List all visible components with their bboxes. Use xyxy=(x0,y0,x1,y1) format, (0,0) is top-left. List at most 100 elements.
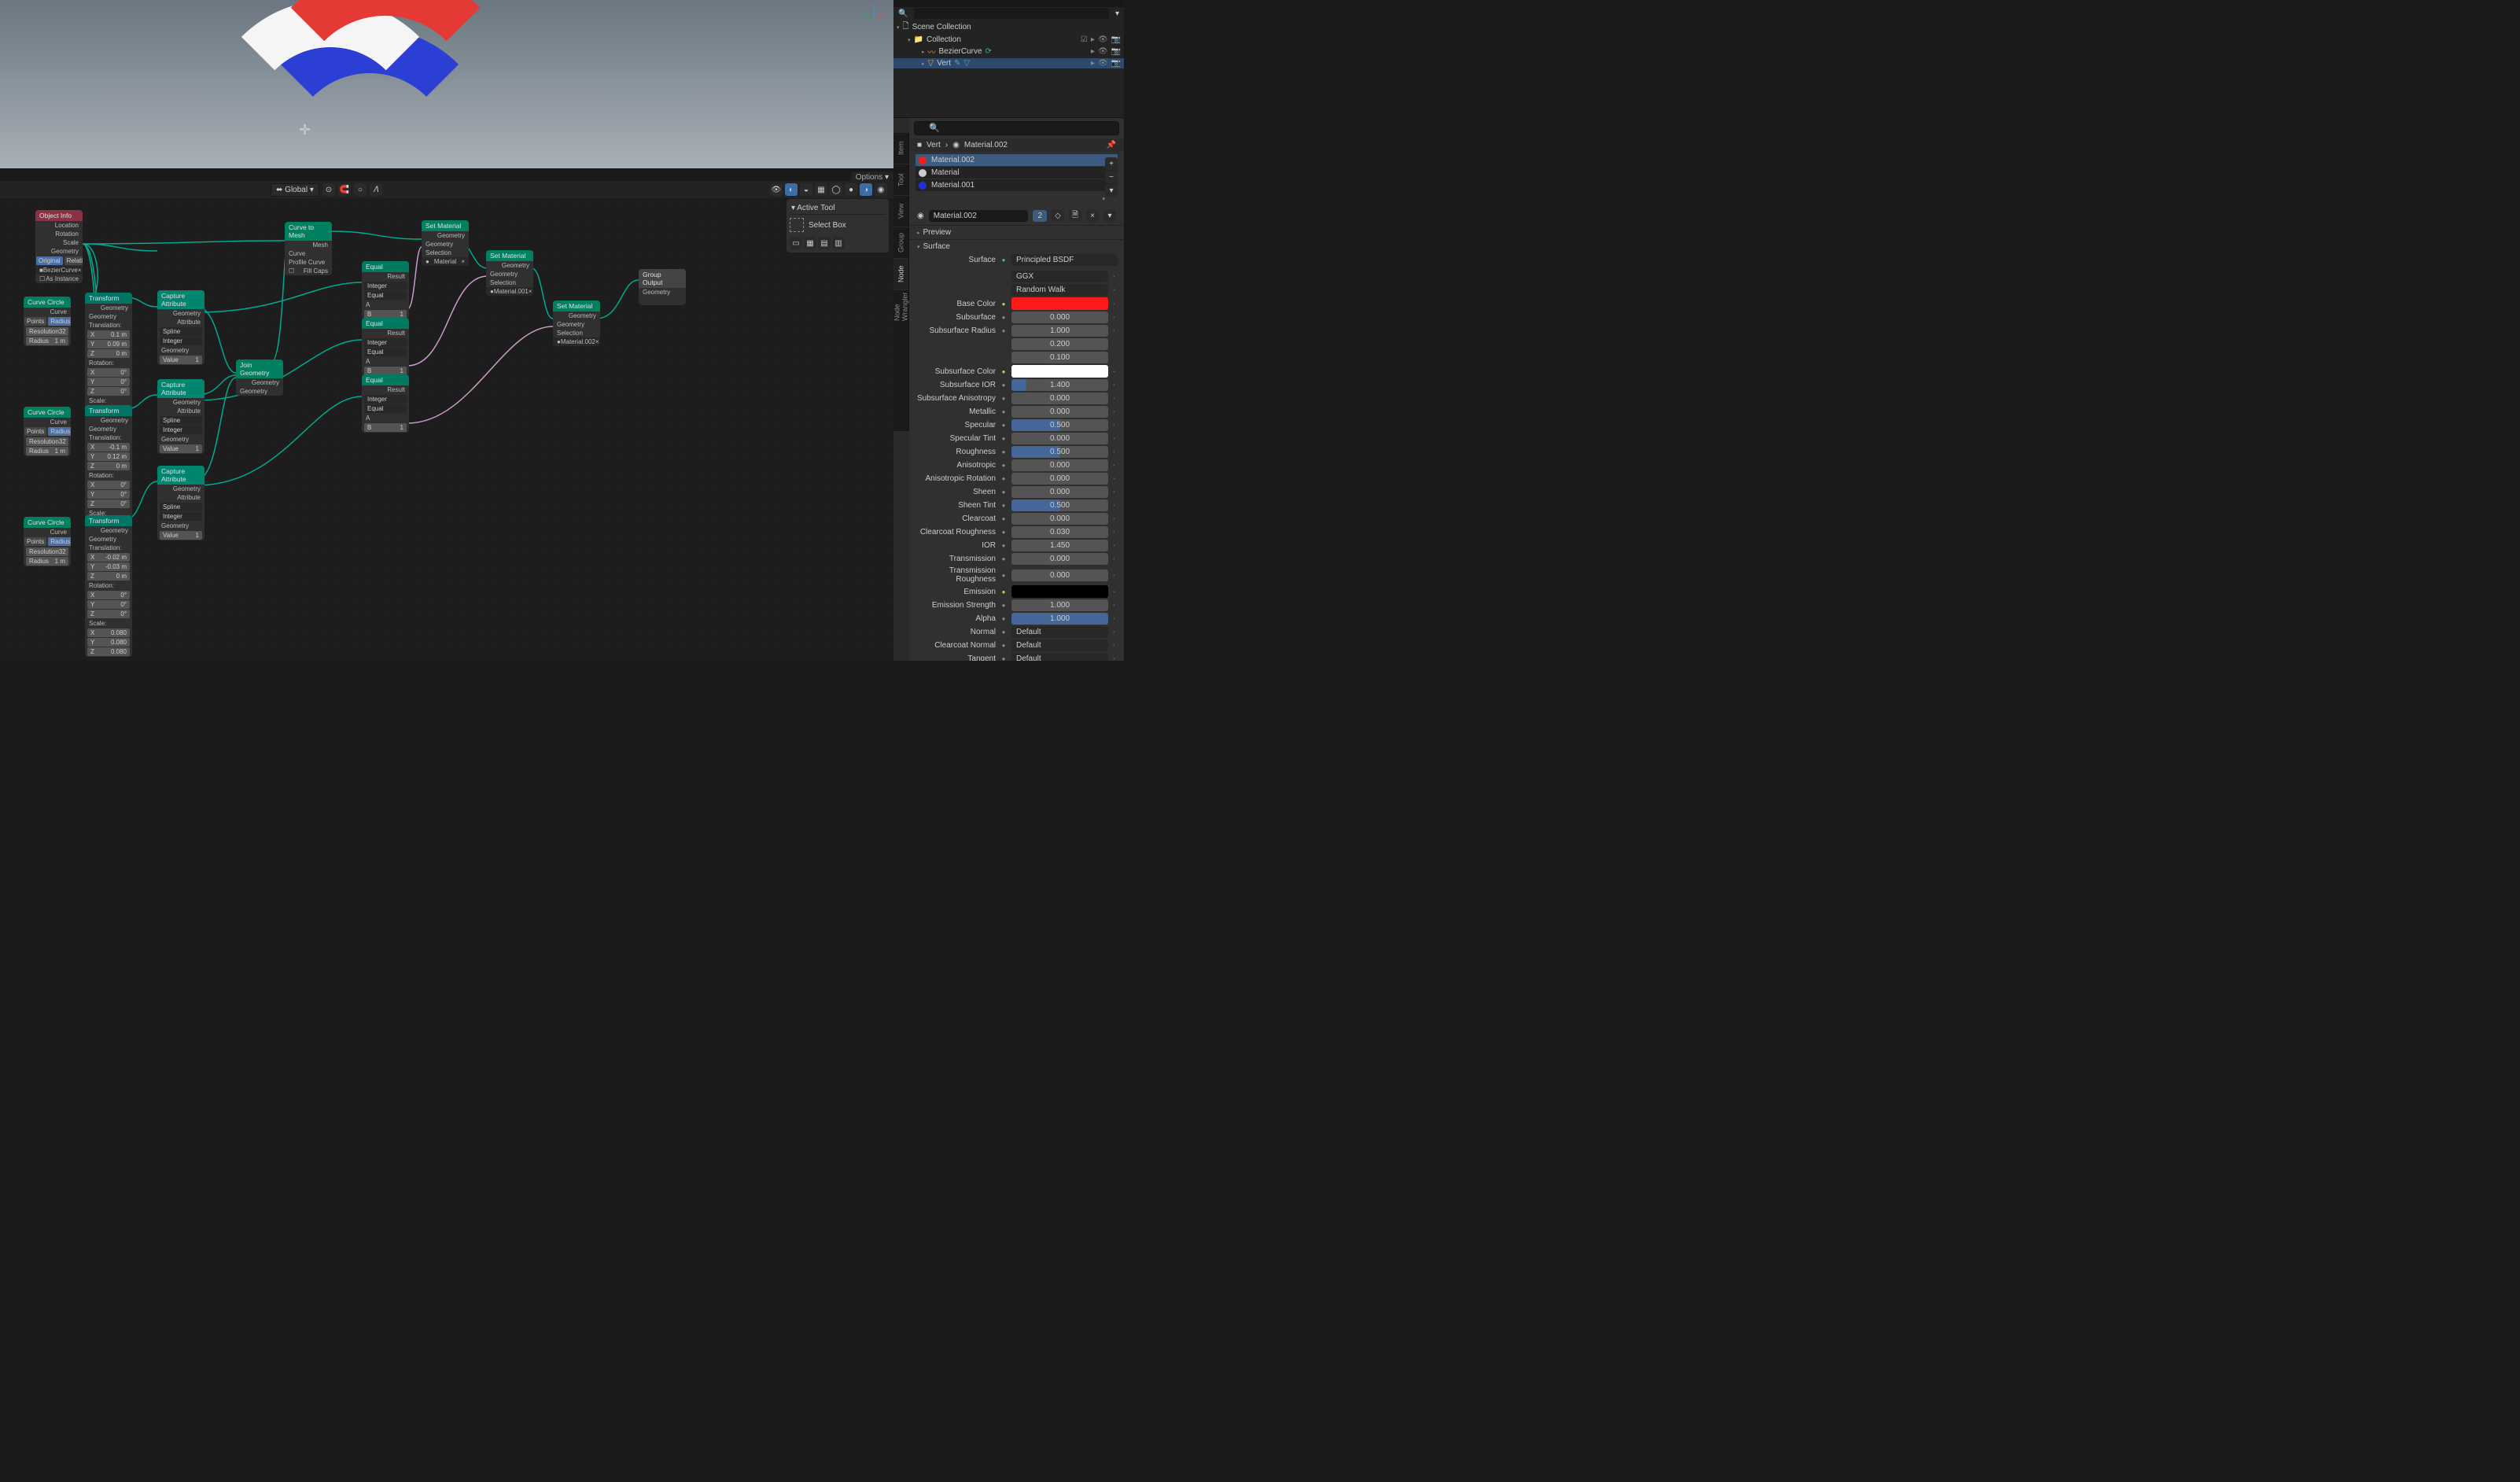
node-set-material-1[interactable]: Set Material Geometry Geometry Selection… xyxy=(422,220,469,266)
breadcrumb[interactable]: ■Vert›◉Material.002 📌 xyxy=(909,138,1124,152)
outliner-search-input[interactable] xyxy=(914,8,1109,19)
gizmo-toggle-icon[interactable]: ◐ xyxy=(785,183,798,196)
vtab-item[interactable]: Item xyxy=(893,132,908,164)
surface-subsurface-ior[interactable]: 1.400 xyxy=(1011,379,1108,391)
geometry-node-editor[interactable]: Object Info Location Rotation Scale Geom… xyxy=(0,198,893,661)
surface-roughness[interactable]: 0.500 xyxy=(1011,446,1108,458)
filter-icon[interactable]: ▾ xyxy=(1115,9,1119,18)
node-curve-to-mesh[interactable]: Curve to Mesh Mesh Curve Profile Curve ☐… xyxy=(285,222,332,275)
surface-shader-select[interactable]: Principled BSDF xyxy=(1011,254,1118,266)
node-transform-3[interactable]: Transform GeometryGeometry Translation: … xyxy=(85,515,132,657)
xray-icon[interactable]: ▦ xyxy=(815,183,827,196)
shading-wire-icon[interactable]: ◯ xyxy=(830,183,842,196)
node-group-output[interactable]: Group Output Geometry xyxy=(639,269,686,305)
lambda-icon[interactable]: 𝛬 xyxy=(370,183,382,196)
surface-base-color[interactable] xyxy=(1011,297,1108,310)
overlay-icon[interactable]: ◒ xyxy=(800,183,812,196)
snap-icon[interactable]: 🧲 xyxy=(338,183,351,196)
surface-anisotropic[interactable]: 0.000 xyxy=(1011,459,1108,471)
outliner-scene[interactable]: ▾🗋Scene Collection xyxy=(893,20,1124,35)
surface-tangent[interactable]: Default xyxy=(1011,653,1108,661)
surface-header[interactable]: ▾Surface xyxy=(909,240,1124,253)
surface-subsurface-radius-1[interactable]: 0.200 xyxy=(1011,338,1108,350)
node-equal-3[interactable]: EqualResult IntegerEqual AB1 xyxy=(362,374,409,433)
surface-sheen-tint[interactable]: 0.500 xyxy=(1011,500,1108,511)
surface-normal[interactable]: Default xyxy=(1011,626,1108,638)
vtab-view[interactable]: View xyxy=(893,195,908,227)
surface-anisotropic-rotation[interactable]: 0.000 xyxy=(1011,473,1108,485)
vtab-node[interactable]: Node xyxy=(893,258,908,289)
vtab-wrangler[interactable]: Node Wrangler xyxy=(893,289,908,321)
shading-preview-icon[interactable]: ◑ xyxy=(860,183,872,196)
add-slot-icon[interactable]: + xyxy=(1105,157,1118,170)
material-slot-1[interactable]: Material xyxy=(916,167,1118,179)
orientation-gizmo[interactable] xyxy=(858,4,890,35)
select-mode-int[interactable]: ▥ xyxy=(832,237,845,249)
node-equal-1[interactable]: Equal Result Integer Equal A B1 xyxy=(362,261,409,319)
surface-subsurface[interactable]: 0.000 xyxy=(1011,312,1108,323)
material-name-field[interactable]: Material.002 xyxy=(929,210,1029,222)
search-icon: 🔍 xyxy=(898,9,908,18)
node-capture-attribute-2[interactable]: Capture Attribute GeometryAttribute Spli… xyxy=(157,379,204,454)
pin-icon[interactable]: 📌 xyxy=(1107,141,1116,149)
3d-viewport[interactable]: ✛ xyxy=(0,0,893,168)
vtab-group[interactable]: Group xyxy=(893,227,908,258)
surface-subsurface-color[interactable] xyxy=(1011,365,1108,378)
select-mode-new[interactable]: ▭ xyxy=(790,237,802,249)
props-search-input[interactable] xyxy=(914,121,1119,135)
surface-metallic[interactable]: 0.000 xyxy=(1011,406,1108,418)
surface-clearcoat-roughness[interactable]: 0.030 xyxy=(1011,526,1108,538)
node-object-info[interactable]: Object Info Location Rotation Scale Geom… xyxy=(35,210,83,283)
outliner-collection[interactable]: ▾📁Collection☑▸👁📷 xyxy=(893,35,1124,45)
surface-clearcoat-normal[interactable]: Default xyxy=(1011,640,1108,651)
surface-subsurface-radius-0[interactable]: 1.000 xyxy=(1011,325,1108,337)
chevron-down-icon[interactable]: ▾ xyxy=(1102,197,1105,202)
surface-specular[interactable]: 0.500 xyxy=(1011,419,1108,431)
shading-render-icon[interactable]: ◉ xyxy=(875,183,887,196)
surface-clearcoat[interactable]: 0.000 xyxy=(1011,513,1108,525)
outliner-item-beziercurve[interactable]: ▸〰BezierCurve⟳▸👁📷 xyxy=(893,45,1124,58)
surface-alpha[interactable]: 1.000 xyxy=(1011,613,1108,625)
material-slot-0[interactable]: Material.002 xyxy=(916,154,1118,166)
fake-user-icon[interactable]: ◇ xyxy=(1052,209,1064,222)
surface-sheen[interactable]: 0.000 xyxy=(1011,486,1108,498)
distribution-select[interactable]: GGX xyxy=(1011,271,1108,282)
material-slot-2[interactable]: Material.001 xyxy=(916,179,1118,191)
orientation-select[interactable]: ⬌ Global ▾ xyxy=(271,183,319,197)
shading-solid-icon[interactable]: ● xyxy=(845,183,857,196)
node-join-geometry[interactable]: Join Geometry Geometry Geometry xyxy=(236,359,283,396)
surface-emission-strength[interactable]: 1.000 xyxy=(1011,599,1108,611)
node-curve-circle-3[interactable]: Curve Circle Curve PointsRadius Resoluti… xyxy=(24,517,71,566)
vtab-tool[interactable]: Tool xyxy=(893,164,908,195)
remove-slot-icon[interactable]: − xyxy=(1105,171,1118,183)
select-mode-extend[interactable]: ▦ xyxy=(804,237,816,249)
material-users[interactable]: 2 xyxy=(1033,210,1047,222)
unlink-icon[interactable]: × xyxy=(1086,209,1099,222)
nodes-toggle-icon[interactable]: ▾ xyxy=(1103,209,1116,222)
node-capture-attribute-1[interactable]: Capture Attribute Geometry Attribute Spl… xyxy=(157,290,204,365)
node-curve-circle-1[interactable]: Curve Circle Curve PointsRadius Resoluti… xyxy=(24,297,71,346)
pivot-icon[interactable]: ⊙ xyxy=(322,183,335,196)
node-equal-2[interactable]: EqualResult IntegerEqual AB1 xyxy=(362,318,409,376)
proportional-icon[interactable]: ○ xyxy=(354,183,367,196)
new-dup-icon[interactable]: 🗎 xyxy=(1069,209,1081,222)
material-slot-list[interactable]: Material.002 Material Material.001 + − ▾ xyxy=(909,152,1124,194)
subsurf-method-select[interactable]: Random Walk xyxy=(1011,284,1108,296)
surface-subsurface-anisotropy[interactable]: 0.000 xyxy=(1011,393,1108,404)
outliner-item-vert[interactable]: ▸▽Vert✎▽▸👁📷 xyxy=(893,58,1124,68)
node-capture-attribute-3[interactable]: Capture Attribute GeometryAttribute Spli… xyxy=(157,466,204,540)
slot-menu-icon[interactable]: ▾ xyxy=(1105,184,1118,197)
surface-specular-tint[interactable]: 0.000 xyxy=(1011,433,1108,444)
select-mode-sub[interactable]: ▤ xyxy=(818,237,831,249)
surface-transmission-roughness[interactable]: 0.000 xyxy=(1011,570,1108,581)
node-curve-circle-2[interactable]: Curve Circle Curve PointsRadius Resoluti… xyxy=(24,407,71,456)
node-set-material-3[interactable]: Set Material GeometryGeometrySelection ●… xyxy=(553,300,600,346)
outliner[interactable]: 🔍 ▾ ▾🗋Scene Collection ▾📁Collection☑▸👁📷 ▸… xyxy=(893,0,1124,118)
surface-transmission[interactable]: 0.000 xyxy=(1011,553,1108,565)
node-set-material-2[interactable]: Set Material GeometryGeometrySelection ●… xyxy=(486,250,533,296)
surface-subsurface-radius-2[interactable]: 0.100 xyxy=(1011,352,1108,363)
visibility-icon[interactable]: 👁 xyxy=(770,183,783,196)
surface-emission[interactable] xyxy=(1011,585,1108,598)
preview-header[interactable]: ▸Preview xyxy=(909,226,1124,239)
surface-ior[interactable]: 1.450 xyxy=(1011,540,1108,551)
